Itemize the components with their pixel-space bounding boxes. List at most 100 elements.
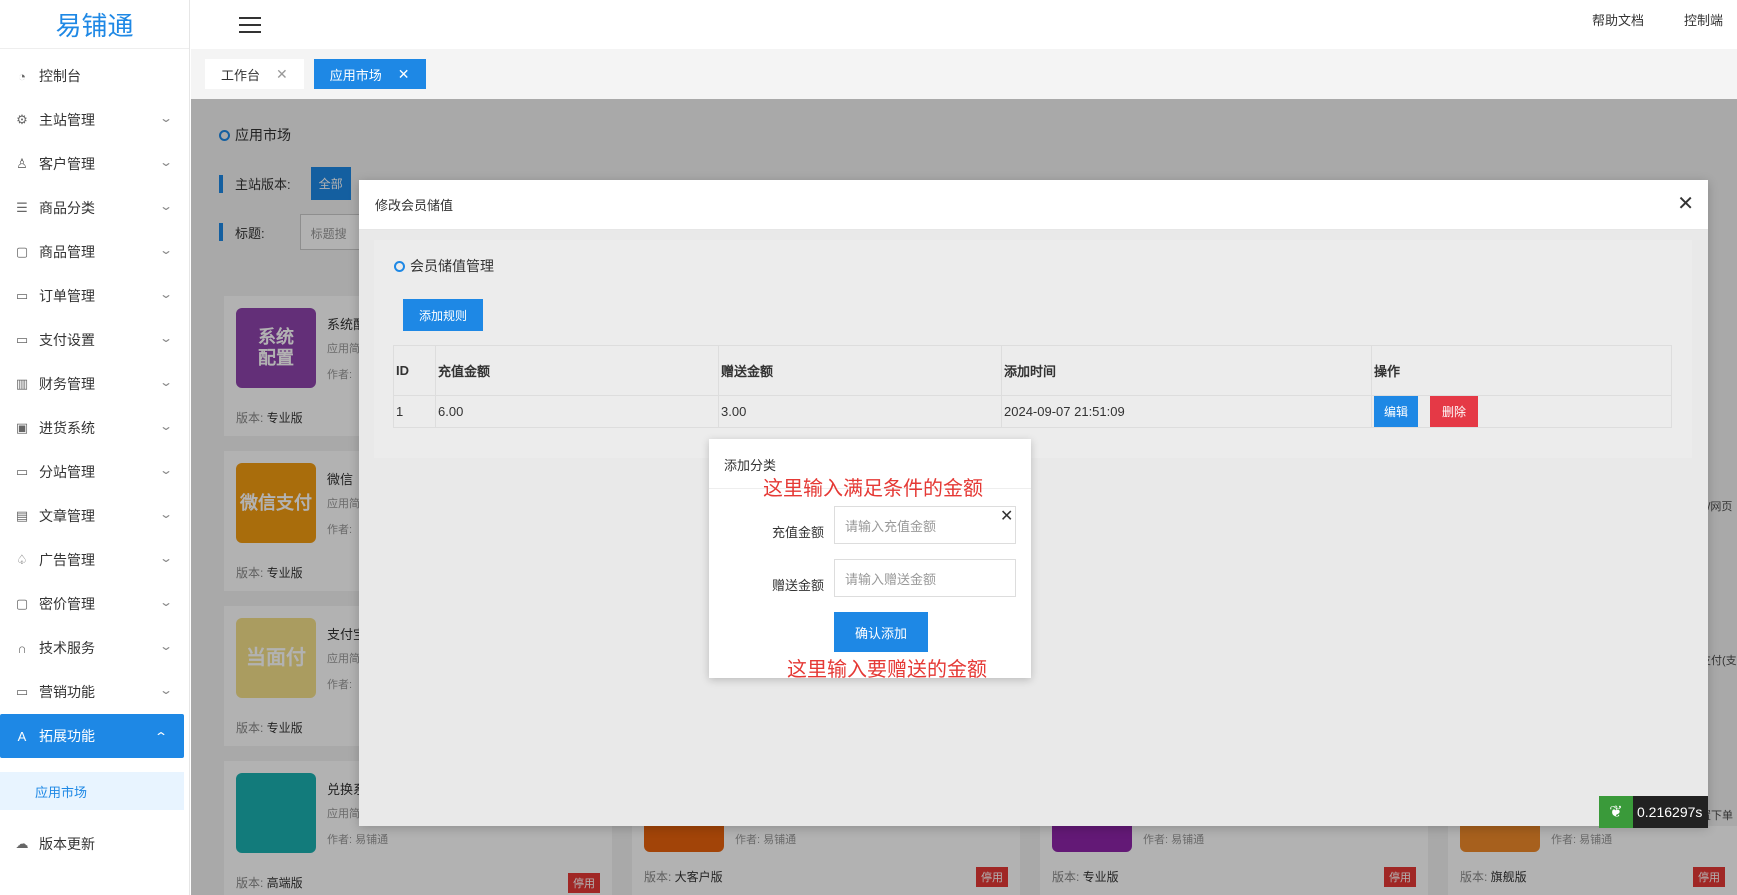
box-icon: ▣ bbox=[15, 420, 29, 435]
rocket-icon: A bbox=[17, 728, 27, 744]
clipboard-icon: ▭ bbox=[15, 288, 29, 303]
column-header: 充值金额 bbox=[435, 345, 719, 396]
sidebar-item[interactable]: ▢ 商品管理 ⌄ bbox=[0, 230, 189, 274]
delete-button[interactable]: 删除 bbox=[1430, 396, 1479, 427]
table-row: 1 6.00 3.00 2024-09-07 21:51:09 编辑 删除 bbox=[393, 395, 1672, 428]
sidebar-item[interactable]: ▭ 订单管理 ⌄ bbox=[0, 274, 189, 318]
close-icon[interactable]: ✕ bbox=[276, 66, 288, 83]
sidebar-item-label: 文章管理 bbox=[39, 508, 95, 524]
sidebar-menu: ◔ 控制台 ⚙ 主站管理 ⌄ ♙ 客户管理 ⌄ ☰ 商品分类 ⌄ ▢ 商品管理 ⌄ ▭ 订单管理 ⌄ ▭ 支付设置 ⌄… bbox=[0, 49, 189, 866]
cell-recharge: 6.00 bbox=[435, 395, 719, 428]
sidebar-item-label: 财务管理 bbox=[39, 376, 95, 392]
table-header-row: ID 充值金额 赠送金额 添加时间 操作 bbox=[393, 345, 1672, 396]
chevron-down-icon: ⌄ bbox=[158, 155, 174, 169]
monitor-icon: ▭ bbox=[15, 464, 29, 479]
sidebar-item[interactable]: ⚙ 主站管理 ⌄ bbox=[0, 98, 189, 142]
sidebar-item[interactable]: ♤ 广告管理 ⌄ bbox=[0, 538, 189, 582]
chevron-down-icon: ⌄ bbox=[158, 639, 174, 653]
chevron-up-icon: ⌃ bbox=[153, 730, 169, 744]
recharge-rules-table: ID 充值金额 赠送金额 添加时间 操作 1 6.00 3.00 2024-09… bbox=[393, 345, 1672, 428]
section-title: 会员储值管理 bbox=[394, 256, 494, 276]
tab-app-market[interactable]: 应用市场 ✕ bbox=[313, 59, 426, 89]
sidebar-item-label: 技术服务 bbox=[39, 640, 95, 656]
sidebar-item-label: 版本更新 bbox=[39, 836, 95, 852]
cell-bonus: 3.00 bbox=[718, 395, 1002, 428]
sidebar-item-label: 主站管理 bbox=[39, 112, 95, 128]
help-docs-link[interactable]: 帮助文档 bbox=[1592, 10, 1644, 29]
sidebar-item[interactable]: A 拓展功能 ⌃ bbox=[0, 714, 184, 758]
leaf-logo-icon: ❦ bbox=[1599, 796, 1633, 828]
cell-actions: 编辑 删除 bbox=[1371, 395, 1672, 428]
chevron-down-icon: ⌄ bbox=[158, 243, 174, 257]
megaphone-icon: ♤ bbox=[16, 552, 28, 567]
sidebar-item-label: 商品分类 bbox=[39, 200, 95, 216]
user-icon: ♙ bbox=[16, 156, 28, 171]
annotation-top: 这里输入满足条件的金额 bbox=[763, 478, 983, 500]
add-rule-button[interactable]: 添加规则 bbox=[403, 299, 483, 331]
sidebar-item-label: 商品管理 bbox=[39, 244, 95, 260]
annotation-bottom: 这里输入要赠送的金额 bbox=[787, 659, 987, 681]
close-icon[interactable]: ✕ bbox=[1677, 194, 1694, 214]
section-title-text: 会员储值管理 bbox=[410, 258, 494, 274]
bonus-amount-input[interactable]: 请输入赠送金额 bbox=[834, 559, 1016, 597]
console-link[interactable]: 控制端 bbox=[1684, 10, 1723, 29]
chevron-down-icon: ⌄ bbox=[158, 507, 174, 521]
chevron-down-icon: ⌄ bbox=[158, 595, 174, 609]
screen-icon: ▭ bbox=[15, 684, 29, 699]
sidebar-item[interactable]: ▢ 密价管理 ⌄ bbox=[0, 582, 189, 626]
bar-chart-icon: ▥ bbox=[15, 376, 29, 391]
gear-icon: ⚙ bbox=[16, 112, 28, 127]
headset-icon: ∩ bbox=[17, 640, 27, 656]
edit-button[interactable]: 编辑 bbox=[1374, 396, 1419, 427]
sidebar-item[interactable]: ◔ 控制台 bbox=[0, 54, 189, 98]
chevron-down-icon: ⌄ bbox=[158, 199, 174, 213]
sidebar-item-label: 拓展功能 bbox=[39, 728, 95, 744]
top-header: 帮助文档 控制端 bbox=[191, 0, 1737, 49]
chevron-down-icon: ⌄ bbox=[158, 419, 174, 433]
recharge-amount-input[interactable]: 请输入充值金额 bbox=[834, 506, 1016, 544]
chevron-down-icon: ⌄ bbox=[158, 551, 174, 565]
sidebar-item[interactable]: ▣ 进货系统 ⌄ bbox=[0, 406, 189, 450]
tab-workbench[interactable]: 工作台 ✕ bbox=[205, 59, 304, 89]
bonus-amount-label: 赠送金额 bbox=[771, 578, 824, 593]
chevron-down-icon: ⌄ bbox=[158, 111, 174, 125]
modal-header: 修改会员储值 ✕ bbox=[359, 180, 1708, 230]
sidebar-item[interactable]: ☁ 版本更新 bbox=[0, 822, 189, 866]
hamburger-menu-icon[interactable] bbox=[239, 16, 261, 33]
sidebar-item-label: 密价管理 bbox=[39, 596, 95, 612]
logo[interactable]: 易铺通 bbox=[0, 0, 189, 49]
timer-text: 0.216297s bbox=[1637, 804, 1703, 820]
lock-bag-icon: ▢ bbox=[15, 596, 29, 611]
sidebar-item[interactable]: ☰ 商品分类 ⌄ bbox=[0, 186, 189, 230]
article-icon: ▤ bbox=[15, 508, 29, 523]
sidebar-subitem-app-market[interactable]: 应用市场 bbox=[0, 772, 184, 810]
cell-id: 1 bbox=[393, 395, 436, 428]
modal-body: 会员储值管理 添加规则 ID 充值金额 赠送金额 添加时间 操作 1 6.00 … bbox=[374, 240, 1692, 458]
chevron-down-icon: ⌄ bbox=[158, 683, 174, 697]
sidebar: 易铺通 ◔ 控制台 ⚙ 主站管理 ⌄ ♙ 客户管理 ⌄ ☰ 商品分类 ⌄ ▢ 商品管理 ⌄ ▭ 订单管理 ⌄ ▭ 支… bbox=[0, 0, 190, 895]
chevron-down-icon: ⌄ bbox=[158, 375, 174, 389]
column-header: 操作 bbox=[1371, 345, 1672, 396]
sidebar-item-label: 广告管理 bbox=[39, 552, 95, 568]
column-header: ID bbox=[393, 345, 436, 396]
close-icon[interactable]: ✕ bbox=[398, 66, 410, 83]
sidebar-item[interactable]: ∩ 技术服务 ⌄ bbox=[0, 626, 189, 670]
sidebar-item[interactable]: ▭ 营销功能 ⌄ bbox=[0, 670, 189, 714]
confirm-add-button[interactable]: 确认添加 bbox=[834, 612, 928, 652]
sidebar-item[interactable]: ▤ 文章管理 ⌄ bbox=[0, 494, 189, 538]
sidebar-item[interactable]: ♙ 客户管理 ⌄ bbox=[0, 142, 189, 186]
sidebar-item[interactable]: ▭ 分站管理 ⌄ bbox=[0, 450, 189, 494]
sidebar-item-label: 控制台 bbox=[39, 68, 81, 84]
modal-title: 修改会员储值 bbox=[375, 198, 454, 213]
sidebar-item[interactable]: ▭ 支付设置 ⌄ bbox=[0, 318, 189, 362]
tab-bar: 工作台 ✕ 应用市场 ✕ bbox=[191, 49, 1737, 99]
cell-time: 2024-09-07 21:51:09 bbox=[1001, 395, 1372, 428]
chevron-down-icon: ⌄ bbox=[158, 287, 174, 301]
circle-icon bbox=[394, 260, 405, 272]
list-icon: ☰ bbox=[16, 200, 28, 215]
timer-badge: ❦ 0.216297s bbox=[1599, 796, 1709, 828]
column-header: 赠送金额 bbox=[718, 345, 1002, 396]
column-header: 添加时间 bbox=[1001, 345, 1372, 396]
sidebar-item[interactable]: ▥ 财务管理 ⌄ bbox=[0, 362, 189, 406]
sidebar-item-label: 订单管理 bbox=[39, 288, 95, 304]
